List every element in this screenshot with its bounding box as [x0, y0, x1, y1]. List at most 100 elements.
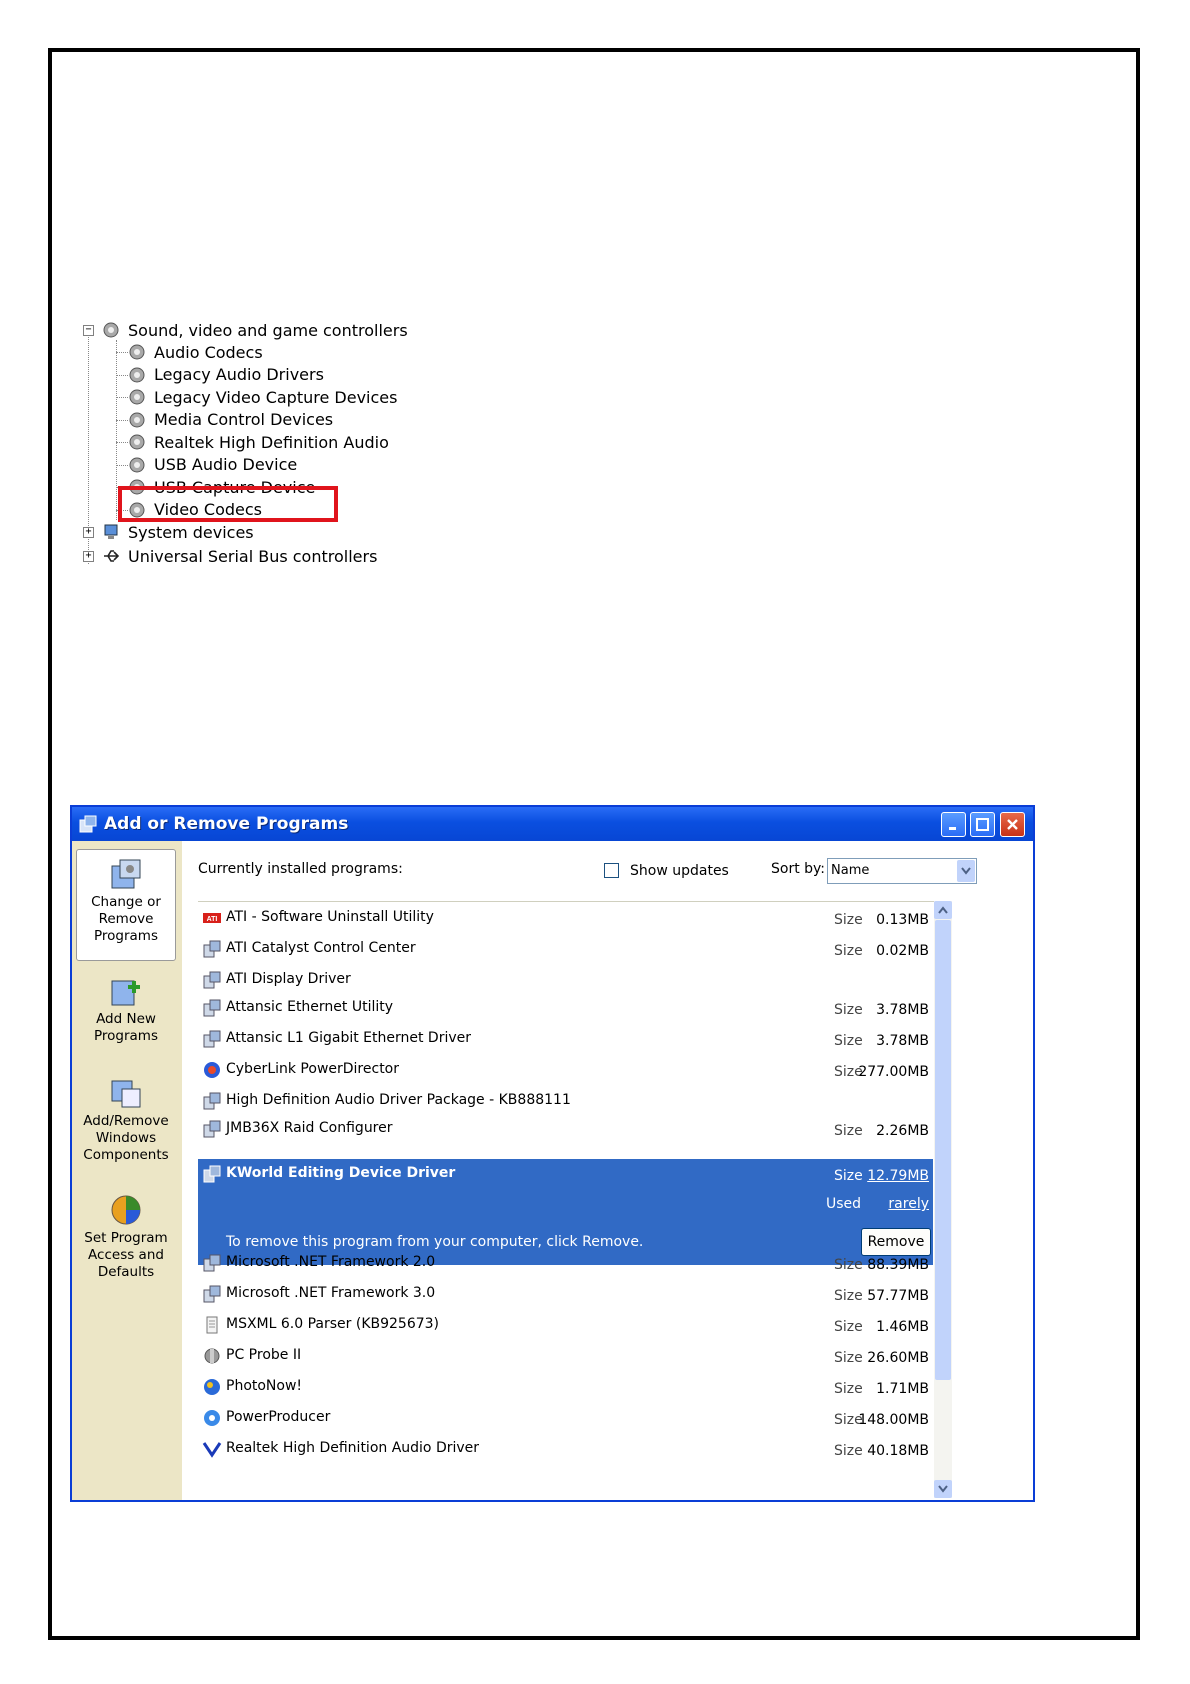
programs-panel: Currently installed programs: Show updat…	[182, 841, 1033, 1500]
size-value: 57.77MB	[867, 1288, 929, 1304]
size-value: 277.00MB	[858, 1064, 929, 1080]
sidebar-item-label: Add/Remove Windows Components	[83, 1113, 169, 1163]
size-label: Size	[834, 1319, 863, 1335]
size-label: Size	[834, 943, 863, 959]
usb-icon	[104, 550, 120, 562]
size-value: 3.78MB	[876, 1033, 929, 1049]
close-icon	[1007, 819, 1018, 830]
installer-icon	[203, 940, 221, 958]
usb-capture-highlight	[118, 486, 338, 522]
chevron-up-icon	[938, 906, 948, 914]
installer-icon	[203, 1092, 221, 1110]
program-row[interactable]: Attansic Ethernet Utility Size 3.78MB	[198, 992, 933, 1025]
program-name: Microsoft .NET Framework 3.0	[226, 1285, 436, 1301]
program-row[interactable]: Attansic L1 Gigabit Ethernet Driver Size 3…	[198, 1023, 933, 1056]
program-row[interactable]: ATI Catalyst Control Center Size 0.02MB	[198, 933, 933, 966]
program-name: PC Probe II	[226, 1347, 302, 1363]
size-value: 0.02MB	[876, 943, 929, 959]
size-value: 148.00MB	[858, 1412, 929, 1428]
size-value: 40.18MB	[867, 1443, 929, 1459]
tree-node-child[interactable]: Legacy Video Capture Devices	[128, 385, 397, 409]
program-row[interactable]: Microsoft .NET Framework 3.0 Size 57.77MB	[198, 1278, 933, 1311]
program-name: ATI Catalyst Control Center	[226, 940, 416, 956]
tree-node-label: Legacy Audio Drivers	[154, 365, 324, 384]
program-row[interactable]: Microsoft .NET Framework 2.0 Size 88.39MB	[198, 1247, 933, 1280]
installer-icon	[203, 1030, 221, 1048]
tree-node-label: Audio Codecs	[154, 342, 263, 362]
size-label: Size	[834, 1168, 863, 1184]
chevron-down-icon[interactable]	[957, 860, 975, 882]
sort-by-select[interactable]: Name	[827, 858, 977, 884]
installer-icon	[203, 1285, 221, 1303]
program-list-scrollbar[interactable]	[934, 901, 952, 1498]
tree-node-label: Legacy Video Capture Devices	[154, 387, 398, 407]
installer-icon	[203, 1165, 221, 1183]
realtek-icon	[202, 1442, 222, 1458]
tree-node-label: Sound, video and game controllers	[128, 320, 408, 340]
show-updates-label[interactable]: Show updates	[630, 863, 729, 879]
computer-icon	[104, 524, 118, 539]
size-label: Size	[834, 1350, 863, 1366]
program-name: High Definition Audio Driver Package - K…	[226, 1092, 571, 1108]
size-label: Size	[834, 1033, 863, 1049]
size-value: 2.26MB	[876, 1123, 929, 1139]
chevron-down-icon	[938, 1485, 948, 1493]
size-value: 26.60MB	[867, 1350, 929, 1366]
speaker-icon	[129, 389, 145, 405]
ati-icon: ATI	[203, 913, 221, 923]
tree-node-usb-controllers[interactable]: Universal Serial Bus controllers	[102, 544, 377, 568]
minimize-button[interactable]	[941, 812, 966, 837]
add-remove-programs-icon	[79, 815, 97, 833]
program-row[interactable]: PhotoNow! Size 1.71MB	[198, 1371, 933, 1404]
size-link[interactable]: 12.79MB	[867, 1168, 929, 1184]
size-label: Size	[834, 912, 863, 928]
size-label: Size	[834, 1257, 863, 1273]
powerproducer-icon	[204, 1410, 220, 1426]
title-bar[interactable]: Add or Remove Programs	[72, 807, 1033, 841]
expand-usb-controllers[interactable]: +	[83, 551, 94, 562]
used-link[interactable]: rarely	[888, 1196, 929, 1212]
tree-node-child[interactable]: Media Control Devices	[128, 408, 333, 432]
program-name: Realtek High Definition Audio Driver	[226, 1440, 480, 1456]
tree-node-child[interactable]: USB Audio Device	[128, 453, 297, 477]
scroll-thumb[interactable]	[935, 920, 951, 1380]
task-sidebar: Change or Remove Programs Add New Progra…	[72, 841, 182, 1500]
probe-icon	[204, 1348, 220, 1364]
program-row[interactable]: PowerProducer Size 148.00MB	[198, 1402, 933, 1435]
device-manager-tree: − Sound, video and game controllers Audi…	[80, 318, 420, 608]
collapse-expander[interactable]: −	[83, 325, 94, 336]
program-name: ATI - Software Uninstall Utility	[226, 909, 434, 925]
change-remove-programs-icon	[111, 859, 141, 889]
program-row[interactable]: PC Probe II Size 26.60MB	[198, 1340, 933, 1373]
scroll-down-button[interactable]	[934, 1480, 952, 1498]
maximize-button[interactable]	[970, 812, 995, 837]
program-row[interactable]: CyberLink PowerDirector Size 277.00MB	[198, 1054, 933, 1087]
sort-by-value: Name	[831, 863, 870, 878]
tree-node-sound-video-game[interactable]: Sound, video and game controllers	[102, 318, 408, 342]
sidebar-change-remove-programs[interactable]: Change or Remove Programs	[76, 849, 176, 961]
scroll-up-button[interactable]	[934, 901, 952, 919]
tree-node-child[interactable]: Legacy Audio Drivers	[128, 363, 324, 387]
expand-system-devices[interactable]: +	[83, 527, 94, 538]
sidebar-program-access[interactable]: Set Program Access and Defaults	[76, 1186, 176, 1296]
program-name: KWorld Editing Device Driver	[226, 1165, 456, 1181]
tree-node-label: Universal Serial Bus controllers	[128, 546, 378, 566]
program-row[interactable]: ATI ATI - Software Uninstall Utility Size 0…	[198, 902, 933, 935]
sidebar-windows-components[interactable]: Add/Remove Windows Components	[76, 1069, 176, 1179]
program-row[interactable]: MSXML 6.0 Parser (KB925673) Size 1.46MB	[198, 1309, 933, 1342]
tree-node-child[interactable]: Realtek High Definition Audio	[128, 430, 389, 454]
program-name: Microsoft .NET Framework 2.0	[226, 1254, 436, 1270]
show-updates-checkbox[interactable]	[604, 863, 619, 878]
tree-node-system-devices[interactable]: System devices	[102, 520, 254, 544]
speaker-icon	[129, 412, 145, 427]
program-name: JMB36X Raid Configurer	[226, 1120, 393, 1136]
document-icon	[206, 1316, 218, 1334]
program-access-icon	[111, 1195, 141, 1225]
tree-node-child[interactable]: Audio Codecs	[128, 340, 263, 364]
program-row[interactable]: JMB36X Raid Configurer Size 2.26MB	[198, 1113, 933, 1146]
program-row[interactable]: Realtek High Definition Audio Driver Size…	[198, 1433, 933, 1466]
sidebar-add-new-programs[interactable]: Add New Programs	[76, 967, 176, 1067]
installer-icon	[203, 999, 221, 1017]
close-button[interactable]	[1000, 812, 1025, 837]
program-name: PowerProducer	[226, 1409, 331, 1425]
